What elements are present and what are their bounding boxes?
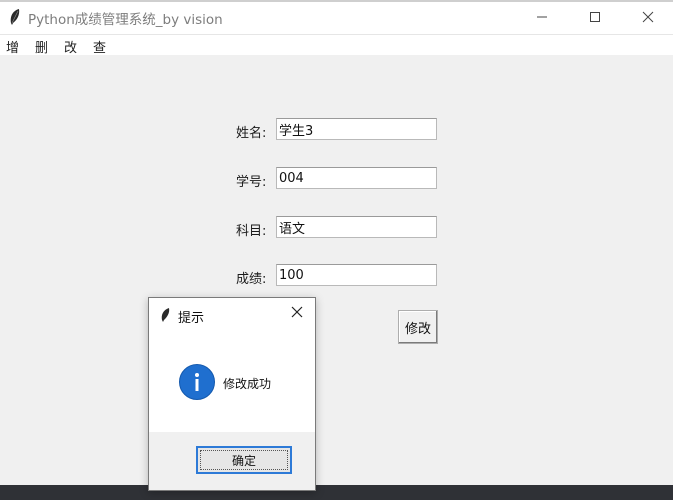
menu-bar: 增 删 改 查 [0, 35, 673, 56]
modify-button[interactable]: 修改 [398, 310, 438, 344]
title-bar[interactable]: Python成绩管理系统_by vision [0, 0, 673, 35]
name-label: 姓名: [236, 126, 267, 141]
menu-item-add[interactable]: 增 [6, 37, 19, 56]
maximize-button[interactable] [572, 0, 618, 34]
feather-icon [10, 9, 20, 25]
score-label: 成绩: [236, 272, 267, 287]
student-id-input[interactable] [276, 167, 437, 189]
main-client-area: 姓名: 学号: 科目: 成绩: 修改 [0, 55, 673, 485]
menu-item-delete[interactable]: 删 [35, 37, 48, 56]
subject-input[interactable] [276, 216, 437, 238]
minimize-icon [537, 16, 547, 18]
taskbar [0, 485, 673, 500]
dialog-title: 提示 [178, 311, 205, 326]
info-icon [179, 364, 215, 400]
close-button[interactable] [625, 0, 671, 34]
close-icon [642, 11, 654, 23]
feather-icon [161, 308, 170, 322]
subject-label: 科目: [236, 224, 267, 239]
menu-item-modify[interactable]: 改 [64, 37, 77, 56]
ok-button[interactable]: 确定 [196, 446, 292, 474]
maximize-icon [590, 12, 600, 22]
dialog-footer: 确定 [149, 432, 315, 490]
close-icon[interactable] [289, 304, 305, 320]
window-title: Python成绩管理系统_by vision [28, 12, 223, 28]
menu-item-query[interactable]: 查 [93, 37, 106, 56]
dialog-message: 修改成功 [223, 377, 272, 391]
message-dialog: 提示 修改成功 确定 [148, 297, 316, 491]
minimize-button[interactable] [519, 0, 565, 34]
name-input[interactable] [276, 118, 437, 140]
score-input[interactable] [276, 264, 437, 286]
student-id-label: 学号: [236, 175, 267, 190]
focus-ring [200, 450, 288, 470]
